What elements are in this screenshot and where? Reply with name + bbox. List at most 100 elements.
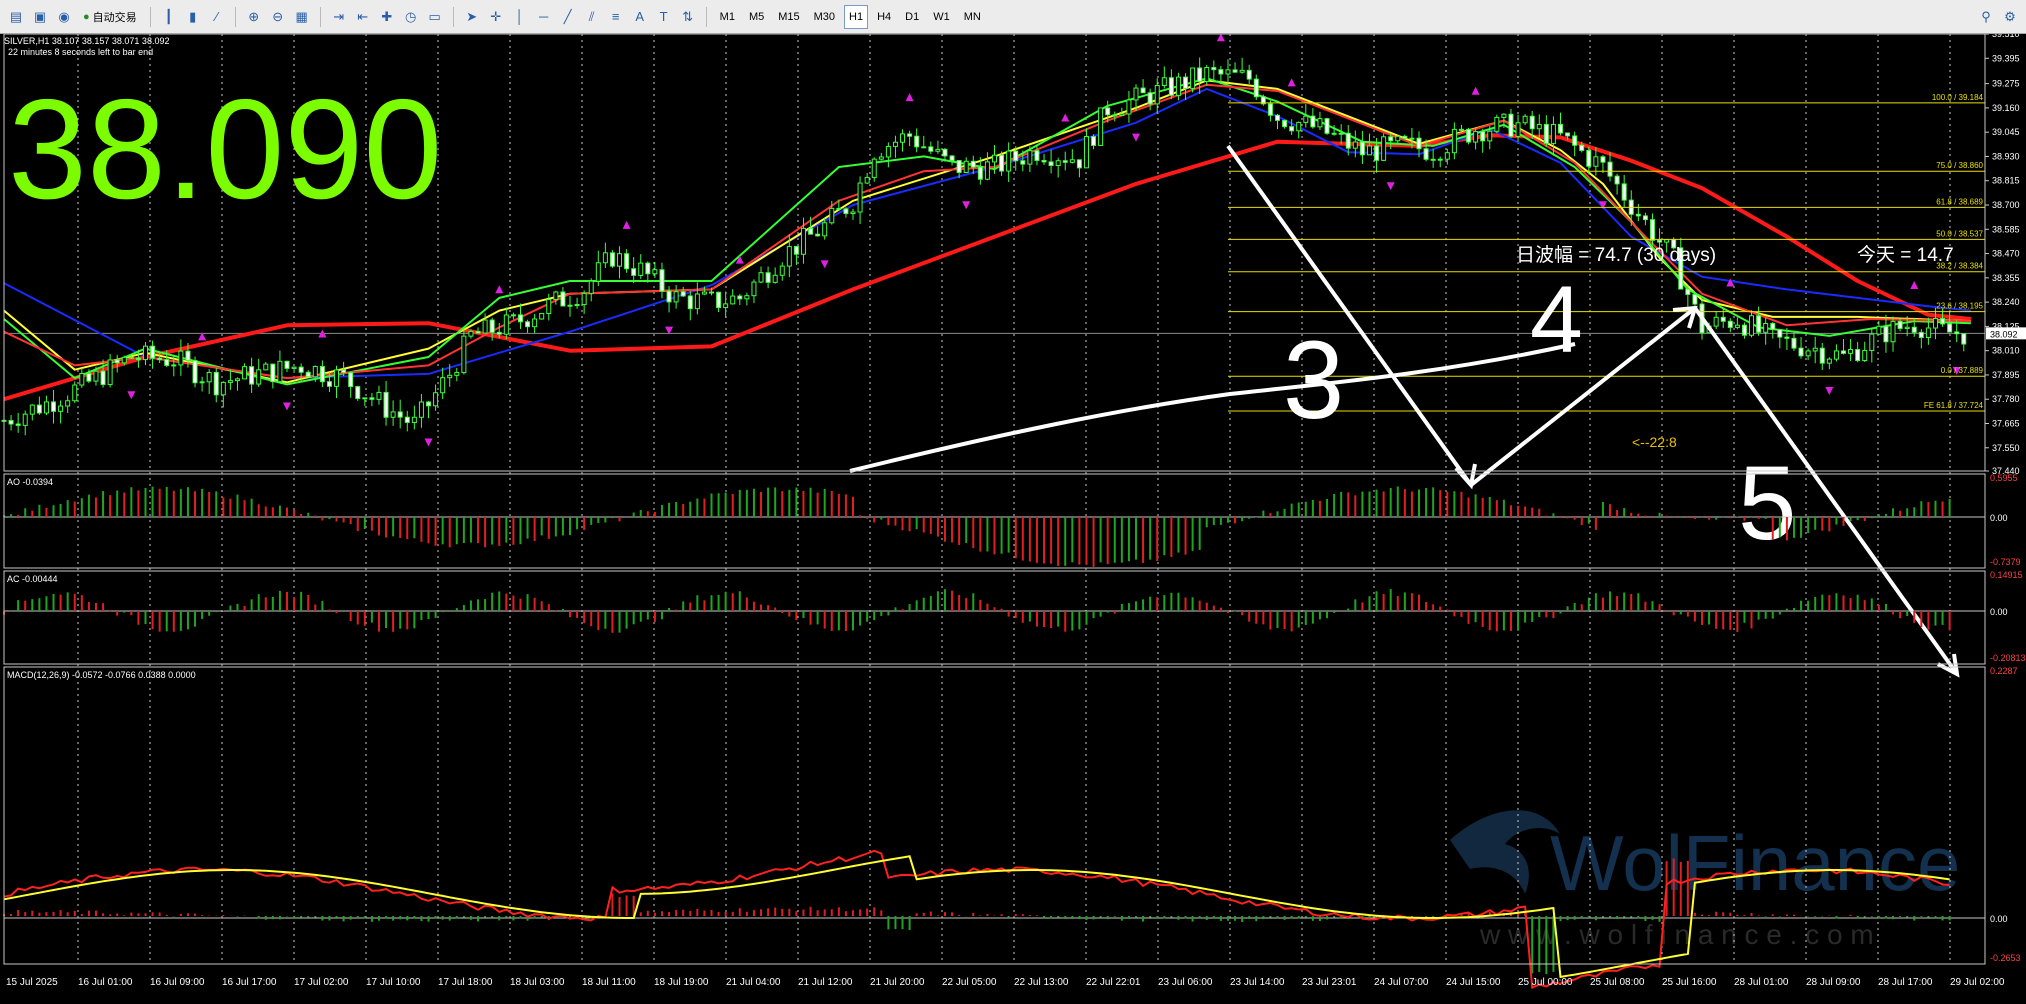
text-icon[interactable]: A bbox=[630, 7, 650, 27]
candle-body bbox=[355, 386, 361, 400]
new-chart-icon[interactable]: ▤ bbox=[6, 7, 26, 27]
fibonacci-icon[interactable]: ≡ bbox=[606, 7, 626, 27]
candle-body bbox=[1692, 293, 1698, 305]
candle-body bbox=[1522, 115, 1528, 124]
timeframe-h1[interactable]: H1 bbox=[844, 4, 869, 29]
candle-body bbox=[687, 295, 693, 310]
candle-body bbox=[79, 373, 85, 386]
wave-label-3: 3 bbox=[1283, 319, 1344, 442]
candle-body bbox=[786, 245, 792, 267]
candle-body bbox=[1062, 160, 1068, 163]
candle-body bbox=[1083, 136, 1089, 169]
candle-body bbox=[1586, 149, 1592, 167]
y-tick-label: 39.395 bbox=[1992, 53, 2020, 63]
auto-trading-button[interactable]: ● 自动交易 bbox=[78, 5, 142, 29]
cursor-icon[interactable]: ➤ bbox=[462, 7, 482, 27]
toolbar-separator bbox=[234, 6, 236, 27]
candle-body bbox=[1897, 320, 1903, 329]
periods-icon[interactable]: ◷ bbox=[401, 7, 421, 27]
candle-body bbox=[1048, 161, 1054, 166]
symbol-line: SILVER,H1 38.107 38.157 38.071 38.092 bbox=[4, 36, 169, 46]
candle-body bbox=[871, 158, 877, 178]
templates-icon[interactable]: ▭ bbox=[425, 7, 445, 27]
candle-body bbox=[1770, 323, 1776, 331]
candle-body bbox=[1543, 123, 1549, 144]
search-icon[interactable]: ⚲ bbox=[1976, 7, 1996, 27]
candle-body bbox=[1940, 318, 1946, 325]
osc-tick-label: 0.14915 bbox=[1990, 570, 2023, 580]
timeframe-mn[interactable]: MN bbox=[959, 5, 986, 29]
candle-body bbox=[334, 369, 340, 387]
chart-area[interactable]: WolFinance w w w . w o l f i n a n c e .… bbox=[0, 29, 2026, 999]
chart-canvas[interactable]: WolFinance w w w . w o l f i n a n c e .… bbox=[0, 29, 2026, 999]
arrows-icon[interactable]: ⇅ bbox=[678, 7, 698, 27]
timeframe-h4[interactable]: H4 bbox=[872, 5, 896, 29]
candle-body bbox=[1289, 126, 1295, 132]
x-tick-label: 28 Jul 17:00 bbox=[1878, 977, 1933, 988]
tile-windows-icon[interactable]: ▦ bbox=[292, 7, 312, 27]
candle-body bbox=[900, 133, 906, 143]
timeframe-m15[interactable]: M15 bbox=[773, 5, 804, 29]
candle-body bbox=[1720, 316, 1726, 322]
candle-body bbox=[1784, 336, 1790, 339]
candle-body bbox=[475, 330, 481, 334]
timeframe-m5[interactable]: M5 bbox=[744, 5, 769, 29]
candlestick-icon[interactable]: ▮ bbox=[183, 7, 203, 27]
candle-body bbox=[1027, 150, 1033, 165]
candle-body bbox=[1161, 77, 1167, 87]
candle-body bbox=[1572, 135, 1578, 146]
bar-chart-icon[interactable]: ┃ bbox=[159, 7, 179, 27]
trendline-icon[interactable]: ╱ bbox=[558, 7, 578, 27]
timeframe-d1[interactable]: D1 bbox=[900, 5, 924, 29]
candle-body bbox=[1558, 123, 1563, 134]
candle-body bbox=[1805, 350, 1811, 357]
crosshair-icon[interactable]: ✛ bbox=[486, 7, 506, 27]
candle-body bbox=[107, 359, 113, 386]
profiles-icon[interactable]: ▣ bbox=[30, 7, 50, 27]
y-tick-label: 39.160 bbox=[1992, 103, 2020, 113]
candle-body bbox=[496, 331, 502, 335]
candle-body bbox=[433, 392, 439, 407]
candle-body bbox=[468, 330, 474, 337]
candle-body bbox=[1374, 145, 1380, 161]
candle-body bbox=[1076, 159, 1082, 169]
timeframe-m30[interactable]: M30 bbox=[809, 5, 840, 29]
indicators-icon[interactable]: ✚ bbox=[377, 7, 397, 27]
candle-body bbox=[680, 291, 686, 297]
candle-body bbox=[1855, 349, 1861, 362]
line-chart-icon[interactable]: ∕ bbox=[207, 7, 227, 27]
timeframe-w1[interactable]: W1 bbox=[928, 5, 955, 29]
text-label-icon[interactable]: T bbox=[654, 7, 674, 27]
candle-body bbox=[956, 159, 962, 173]
candle-body bbox=[602, 252, 608, 264]
chart-shift-icon[interactable]: ⇤ bbox=[353, 7, 373, 27]
x-tick-label: 23 Jul 23:01 bbox=[1302, 977, 1357, 988]
candle-body bbox=[178, 350, 184, 366]
candle-body bbox=[1812, 347, 1818, 352]
auto-scroll-icon[interactable]: ⇥ bbox=[329, 7, 349, 27]
candle-body bbox=[1253, 78, 1259, 98]
candle-body bbox=[694, 293, 700, 310]
candle-body bbox=[659, 269, 665, 292]
candle-body bbox=[411, 416, 417, 423]
horizontal-line-icon[interactable]: ─ bbox=[534, 7, 554, 27]
zoom-out-icon[interactable]: ⊖ bbox=[268, 7, 288, 27]
candle-body bbox=[447, 374, 453, 379]
candle-body bbox=[397, 411, 403, 418]
candle-body bbox=[1763, 323, 1769, 333]
candle-body bbox=[1239, 69, 1245, 73]
candle-body bbox=[1211, 67, 1217, 71]
vertical-line-icon[interactable]: │ bbox=[510, 7, 530, 27]
timeframe-m1[interactable]: M1 bbox=[715, 5, 740, 29]
candle-body bbox=[150, 345, 156, 359]
candle-body bbox=[206, 371, 212, 383]
fib-level-label: 50.0 / 38.537 bbox=[1936, 229, 1983, 238]
candle-body bbox=[1098, 107, 1104, 146]
candle-body bbox=[1444, 152, 1450, 160]
candle-body bbox=[1303, 115, 1309, 123]
x-tick-label: 17 Jul 02:00 bbox=[294, 977, 349, 988]
market-watch-icon[interactable]: ◉ bbox=[54, 7, 74, 27]
options-icon[interactable]: ⚙ bbox=[2000, 7, 2020, 27]
zoom-in-icon[interactable]: ⊕ bbox=[244, 7, 264, 27]
channel-icon[interactable]: ⫽ bbox=[582, 7, 602, 27]
